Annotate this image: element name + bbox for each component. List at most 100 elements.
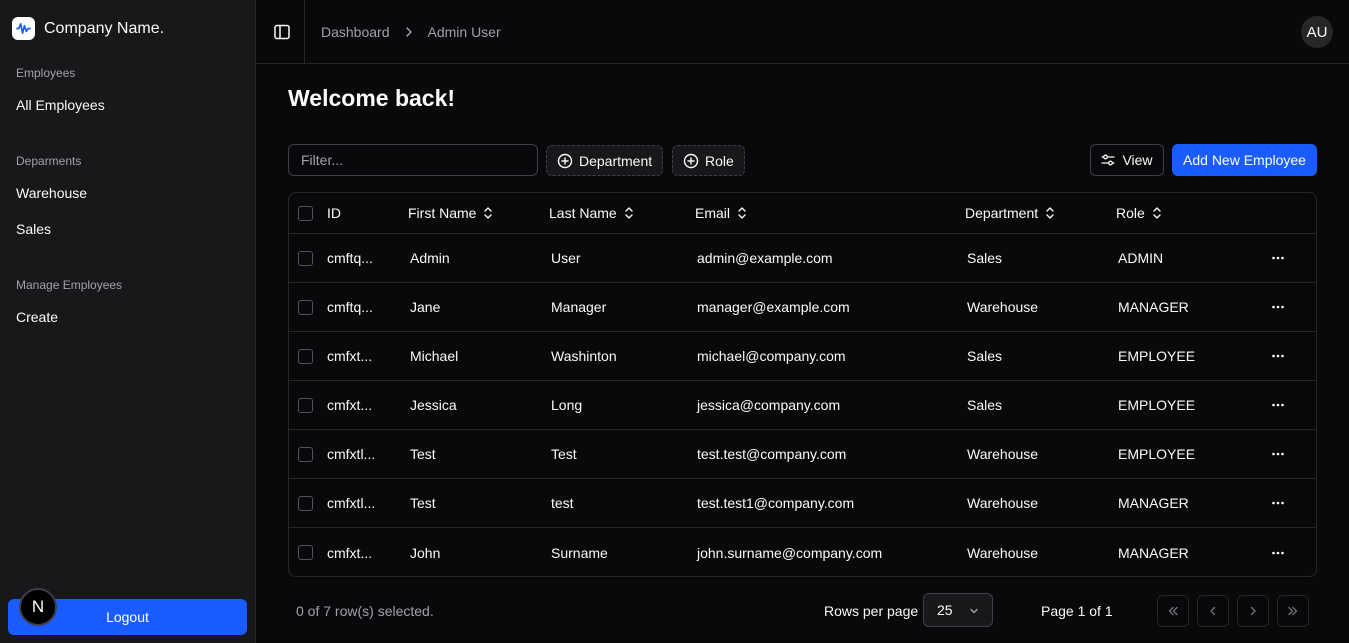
more-horizontal-icon[interactable] <box>1271 430 1285 478</box>
cell-email: admin@example.com <box>697 250 833 266</box>
cell-role: MANAGER <box>1118 299 1189 315</box>
top-header: Dashboard Admin User AU <box>256 0 1349 64</box>
column-header-department-label: Department <box>965 205 1039 221</box>
row-checkbox[interactable] <box>298 446 313 462</box>
cell-role: MANAGER <box>1118 544 1189 561</box>
sidebar-group-manage-employees: Manage Employees <box>16 278 123 292</box>
cell-email: test.test1@company.com <box>697 495 855 511</box>
nextjs-dev-badge[interactable]: N <box>19 588 57 626</box>
company-name: Company Name. <box>44 19 165 37</box>
more-horizontal-icon[interactable] <box>1271 283 1285 331</box>
previous-page-button[interactable] <box>1197 595 1229 627</box>
sidebar-toggle-icon[interactable] <box>272 22 292 42</box>
row-checkbox[interactable] <box>298 545 313 560</box>
sidebar-item-warehouse[interactable]: Warehouse <box>8 177 248 209</box>
sidebar-group-employees: Employees <box>16 66 76 80</box>
cell-id: cmfxt... <box>327 348 373 364</box>
table-row[interactable]: cmfxt... Jessica Long jessica@company.com Sa… <box>289 381 1316 430</box>
cell-id: cmfxtl... <box>327 446 376 462</box>
cell-role: EMPLOYEE <box>1118 446 1196 462</box>
row-checkbox[interactable] <box>298 299 313 315</box>
table-row[interactable]: cmfxtl... Test Test test.test@company.com Wa… <box>289 430 1316 479</box>
view-options-button[interactable]: View <box>1090 144 1164 176</box>
brand[interactable]: Company Name. <box>12 17 164 40</box>
next-page-button[interactable] <box>1237 595 1269 627</box>
more-horizontal-icon[interactable] <box>1271 332 1285 380</box>
sort-icon <box>1153 207 1161 219</box>
column-header-role[interactable]: Role <box>1116 193 1163 233</box>
cell-first-name: Test <box>410 495 436 511</box>
column-header-id: ID <box>327 205 341 221</box>
row-checkbox[interactable] <box>298 495 313 511</box>
select-all-checkbox[interactable] <box>298 205 313 221</box>
cell-department: Sales <box>967 250 1003 266</box>
add-new-employee-button[interactable]: Add New Employee <box>1172 144 1317 176</box>
cell-role: EMPLOYEE <box>1118 348 1196 364</box>
breadcrumb: Dashboard Admin User <box>321 24 501 40</box>
table-row[interactable]: cmfxt... Michael Washinton michael@company.… <box>289 332 1316 381</box>
cell-department: Warehouse <box>967 299 1039 315</box>
table-header-row: ID First Name Last Name Email Department… <box>289 193 1316 234</box>
column-header-first-name[interactable]: First Name <box>408 193 494 233</box>
cell-department: Sales <box>967 397 1003 413</box>
cell-id: cmftq... <box>327 299 373 315</box>
column-header-last-name-label: Last Name <box>549 205 617 221</box>
sidebar-item-all-employees[interactable]: All Employees <box>8 89 248 121</box>
breadcrumb-dashboard[interactable]: Dashboard <box>321 24 390 40</box>
row-checkbox[interactable] <box>298 397 313 413</box>
chevrons-left-icon <box>1168 606 1178 616</box>
sidebar-item-create[interactable]: Create <box>8 301 248 333</box>
cell-role: ADMIN <box>1118 250 1164 266</box>
sidebar: Company Name. Employees All Employees De… <box>0 0 256 643</box>
cell-role: MANAGER <box>1118 495 1189 511</box>
more-horizontal-icon[interactable] <box>1271 528 1285 576</box>
table-row[interactable]: cmftq... Jane Manager manager@example.com Wa… <box>289 283 1316 332</box>
cell-last-name: Washinton <box>551 348 617 364</box>
row-checkbox[interactable] <box>298 250 313 266</box>
chevron-right-icon <box>1250 606 1256 616</box>
cell-id: cmfxt... <box>327 544 373 561</box>
filter-input[interactable] <box>288 144 538 176</box>
cell-department: Warehouse <box>967 446 1039 462</box>
cell-department: Warehouse <box>967 495 1039 511</box>
sidebar-group-departments: Deparments <box>16 154 82 168</box>
row-checkbox[interactable] <box>298 348 313 364</box>
column-header-email[interactable]: Email <box>695 193 748 233</box>
sliders-icon <box>1101 154 1116 166</box>
table-row[interactable]: cmfxt... John Surname john.surname@company.… <box>289 528 1316 576</box>
column-header-email-label: Email <box>695 205 731 221</box>
chevron-left-icon <box>1210 606 1216 616</box>
cell-id: cmftq... <box>327 250 373 266</box>
cell-first-name: Jane <box>410 299 441 315</box>
more-horizontal-icon[interactable] <box>1271 381 1285 429</box>
table-row[interactable]: cmfxtl... Test test test.test1@company.com W… <box>289 479 1316 528</box>
sort-icon <box>484 207 493 219</box>
role-filter-button[interactable]: Role <box>672 145 745 176</box>
cell-email: michael@company.com <box>697 348 846 364</box>
last-page-button[interactable] <box>1277 595 1309 627</box>
cell-first-name: Michael <box>410 348 459 364</box>
plus-circle-icon <box>683 153 699 168</box>
avatar[interactable]: AU <box>1301 16 1333 48</box>
column-header-last-name[interactable]: Last Name <box>549 193 635 233</box>
more-horizontal-icon[interactable] <box>1271 479 1285 527</box>
cell-department: Warehouse <box>967 544 1039 561</box>
rows-per-page-select[interactable]: 25 <box>923 593 993 627</box>
cell-last-name: Test <box>551 446 577 462</box>
cell-first-name: Admin <box>410 250 450 266</box>
rows-per-page-value: 25 <box>937 602 953 618</box>
column-header-role-label: Role <box>1116 205 1145 221</box>
employees-table: ID First Name Last Name Email Department… <box>288 192 1317 577</box>
page-title: Welcome back! <box>288 85 456 111</box>
sort-icon <box>738 207 746 219</box>
more-horizontal-icon[interactable] <box>1271 234 1285 282</box>
sort-icon <box>1046 207 1054 219</box>
column-header-department[interactable]: Department <box>965 193 1056 233</box>
cell-role: EMPLOYEE <box>1118 397 1196 413</box>
cell-last-name: Manager <box>551 299 607 315</box>
sidebar-item-sales[interactable]: Sales <box>8 213 248 245</box>
department-filter-button[interactable]: Department <box>546 145 664 176</box>
table-row[interactable]: cmftq... Admin User admin@example.com Sales A… <box>289 234 1316 283</box>
first-page-button[interactable] <box>1157 595 1189 627</box>
cell-last-name: Surname <box>551 544 608 561</box>
